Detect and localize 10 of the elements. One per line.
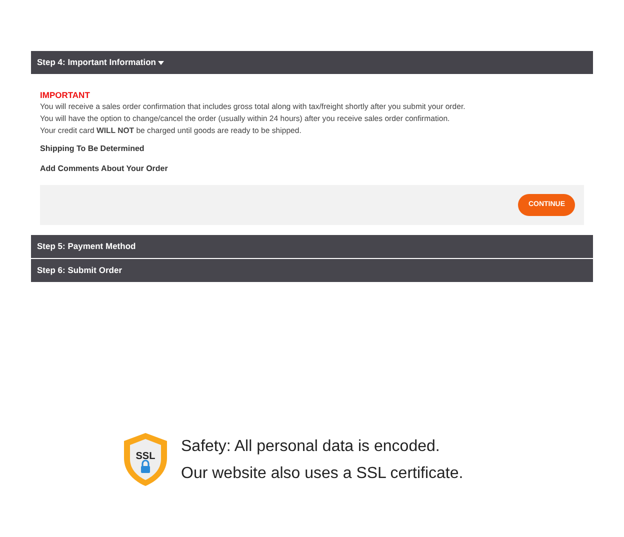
comments-label: Add Comments About Your Order <box>40 163 169 175</box>
shipping-label: Shipping To Be Determined <box>40 143 146 155</box>
security-text: Our website also uses a SSL certificate. <box>181 464 464 482</box>
step-header[interactable]: Step 4: Important Information <box>31 51 593 74</box>
ssl-shield-icon: SSL <box>122 432 169 487</box>
important-heading: IMPORTANT <box>40 90 91 101</box>
step-header[interactable]: Step 6: Submit Order <box>31 259 593 282</box>
security-text: Safety: All personal data is encoded. <box>181 436 441 456</box>
caret-icon <box>158 60 164 64</box>
step-header[interactable]: Step 5: Payment Method <box>31 235 593 258</box>
